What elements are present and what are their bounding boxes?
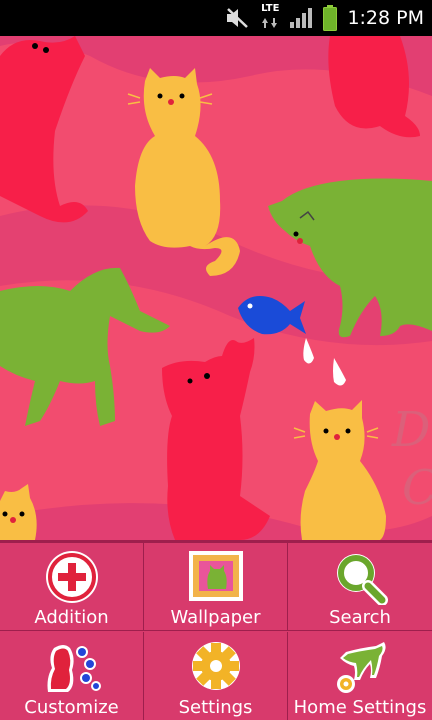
battery-icon: [323, 5, 338, 31]
menu-item-addition[interactable]: Addition: [0, 543, 144, 631]
clock: 1:28 PM: [347, 7, 424, 29]
menu-item-settings[interactable]: Settings: [144, 632, 288, 720]
svg-text:C: C: [402, 460, 432, 516]
menu-item-label: Settings: [178, 697, 253, 718]
menu-grid: Addition Wallpaper Search Customize Sett…: [0, 543, 432, 720]
signal-icon: [290, 8, 313, 28]
home-wallpaper: Da C: [0, 36, 432, 540]
menu-item-label: Home Settings: [293, 697, 427, 718]
wallpaper-icon: [188, 551, 243, 601]
gear-icon: [191, 642, 240, 690]
data-arrows-icon: [262, 17, 278, 28]
customize-paint-icon: [47, 645, 101, 692]
menu-item-home-settings[interactable]: Home Settings: [288, 632, 432, 720]
menu-item-label: Search: [329, 607, 391, 628]
cats-wallpaper-art: Da C: [0, 36, 432, 540]
home-settings-icon: [337, 642, 386, 693]
status-icons: LTE 1:28 PM: [225, 0, 424, 36]
lte-label: LTE: [261, 2, 280, 14]
menu-item-label: Wallpaper: [170, 607, 261, 628]
menu-item-label: Addition: [34, 607, 109, 628]
status-bar: LTE 1:28 PM: [0, 0, 432, 36]
menu-item-wallpaper[interactable]: Wallpaper: [144, 543, 288, 631]
menu-item-customize[interactable]: Customize: [0, 632, 144, 720]
menu-item-search[interactable]: Search: [288, 543, 432, 631]
mute-icon: [227, 8, 248, 28]
search-icon: [337, 554, 388, 605]
lte-icon: LTE: [261, 2, 280, 33]
add-circle-icon: [45, 551, 98, 603]
svg-text:Da: Da: [391, 402, 432, 458]
options-menu: Addition Wallpaper Search Customize Sett…: [0, 540, 432, 720]
menu-item-label: Customize: [24, 697, 119, 718]
